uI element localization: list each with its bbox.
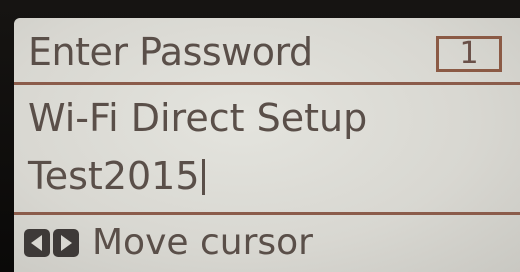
password-value: Test2015 [28, 154, 200, 198]
left-arrow-key-icon [24, 229, 50, 257]
field-label: Wi-Fi Direct Setup [28, 96, 368, 140]
title-row: Enter Password 1 [14, 18, 520, 84]
right-arrow-key-icon [53, 229, 79, 257]
hint-row: Move cursor [24, 220, 313, 266]
lcd-screen: Enter Password 1 Wi-Fi Direct Setup Test… [14, 18, 520, 272]
password-input[interactable]: Test2015 [28, 154, 205, 198]
counter-box: 1 [436, 36, 502, 72]
screen-title: Enter Password [28, 30, 313, 74]
bottom-divider [14, 212, 520, 215]
hint-text: Move cursor [92, 222, 313, 263]
top-divider [14, 82, 520, 85]
text-cursor [201, 159, 205, 195]
